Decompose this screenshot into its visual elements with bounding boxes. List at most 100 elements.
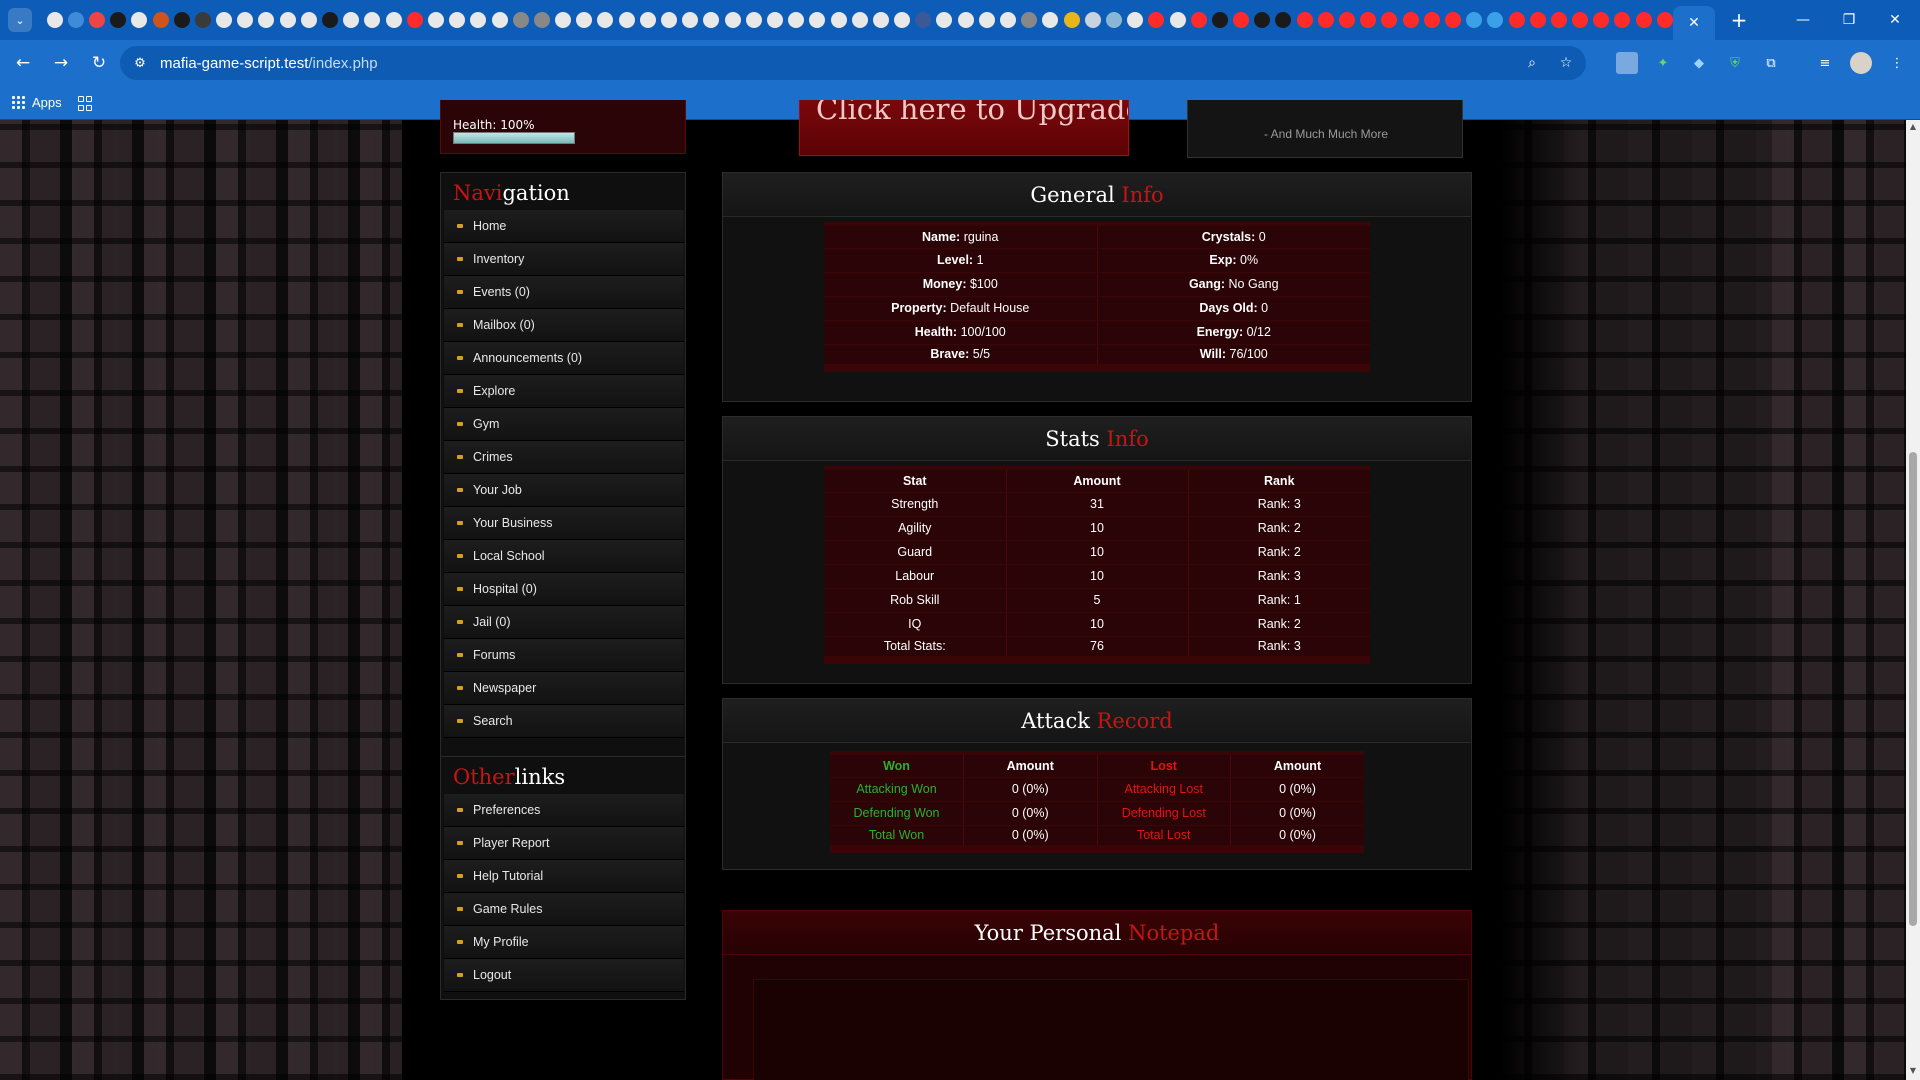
tab-favicon-icon[interactable] (1550, 12, 1567, 28)
tab-favicon-icon[interactable] (173, 12, 190, 28)
tab-favicon-icon[interactable] (1593, 12, 1610, 28)
tab-favicon-icon[interactable] (745, 12, 762, 28)
close-window-icon[interactable]: ✕ (1872, 0, 1918, 40)
tab-favicon-icon[interactable] (88, 12, 105, 28)
sidebar-item[interactable]: Events (0) (444, 276, 684, 309)
sidebar-item[interactable]: Preferences (444, 794, 684, 827)
close-tab-icon[interactable]: ✕ (1688, 15, 1700, 31)
tab-favicon-icon[interactable] (1444, 12, 1461, 28)
sidebar-item[interactable]: Gym (444, 408, 684, 441)
tab-favicon-icon[interactable] (788, 12, 805, 28)
tab-favicon-icon[interactable] (67, 12, 84, 28)
tab-favicon-icon[interactable] (1233, 12, 1250, 28)
tab-favicon-icon[interactable] (1614, 12, 1631, 28)
tab-favicon-icon[interactable] (766, 12, 783, 28)
tab-favicon-icon[interactable] (46, 12, 63, 28)
tab-favicon-icon[interactable] (1127, 12, 1144, 28)
tab-favicon-icon[interactable] (1508, 12, 1525, 28)
tab-favicon-icon[interactable] (237, 12, 254, 28)
sidebar-item[interactable]: My Profile (444, 926, 684, 959)
tab-favicon-icon[interactable] (639, 12, 656, 28)
tab-favicon-icon[interactable] (1402, 12, 1419, 28)
extension-icon[interactable]: ✦ (1652, 52, 1674, 74)
tab-favicon-icon[interactable] (1021, 12, 1038, 28)
reload-icon[interactable]: ↻ (82, 46, 116, 80)
forward-icon[interactable]: → (44, 46, 78, 80)
sidebar-item[interactable]: Jail (0) (444, 606, 684, 639)
tab-favicon-icon[interactable] (1275, 12, 1292, 28)
tab-favicon-icon[interactable] (194, 12, 211, 28)
tab-favicon-icon[interactable] (152, 12, 169, 28)
tab-favicon-icon[interactable] (1296, 12, 1313, 28)
tab-favicon-icon[interactable] (300, 12, 317, 28)
tab-favicon-icon[interactable] (915, 12, 932, 28)
tab-favicon-icon[interactable] (1105, 12, 1122, 28)
tab-favicon-icon[interactable] (1466, 12, 1483, 28)
tab-favicon-icon[interactable] (1211, 12, 1228, 28)
sidebar-item[interactable]: Hospital (0) (444, 573, 684, 606)
tab-favicon-icon[interactable] (449, 12, 466, 28)
tab-favicon-icon[interactable] (343, 12, 360, 28)
sidebar-item[interactable]: Local School (444, 540, 684, 573)
tab-favicon-icon[interactable] (110, 12, 127, 28)
tab-favicon-icon[interactable] (1000, 12, 1017, 28)
translate-extension-icon[interactable] (1616, 52, 1638, 74)
tab-favicon-icon[interactable] (216, 12, 233, 28)
address-bar[interactable]: ⚙ mafia-game-script.test/index.php ⌕ ☆ (120, 46, 1586, 80)
tab-favicon-icon[interactable] (1572, 12, 1589, 28)
sidebar-item[interactable]: Player Report (444, 827, 684, 860)
sidebar-item[interactable]: Inventory (444, 243, 684, 276)
back-icon[interactable]: ← (6, 46, 40, 80)
tab-favicon-icon[interactable] (1656, 12, 1673, 28)
tab-favicon-icon[interactable] (1254, 12, 1271, 28)
tab-favicon-icon[interactable] (809, 12, 826, 28)
tab-favicon-icon[interactable] (131, 12, 148, 28)
tab-favicon-icon[interactable] (1042, 12, 1059, 28)
sidebar-item[interactable]: Newspaper (444, 672, 684, 705)
shield-extension-icon[interactable]: ⛨ (1724, 52, 1746, 74)
tab-favicon-icon[interactable] (936, 12, 953, 28)
sidebar-item[interactable]: Your Job (444, 474, 684, 507)
tab-favicon-icon[interactable] (258, 12, 275, 28)
tab-favicon-icon[interactable] (1381, 12, 1398, 28)
upgrade-button[interactable]: Click here to Upgrade! (799, 100, 1129, 156)
notepad-textarea[interactable] (753, 979, 1469, 1080)
tab-favicon-icon[interactable] (470, 12, 487, 28)
sidebar-item[interactable]: Your Business (444, 507, 684, 540)
tab-favicon-icon[interactable] (851, 12, 868, 28)
tab-favicon-icon[interactable] (978, 12, 995, 28)
tab-favicon-icon[interactable] (279, 12, 296, 28)
bookmark-star-icon[interactable]: ☆ (1556, 53, 1576, 73)
tab-favicon-icon[interactable] (872, 12, 889, 28)
tab-favicon-icon[interactable] (1084, 12, 1101, 28)
zoom-icon[interactable]: ⌕ (1522, 53, 1542, 73)
active-tab[interactable]: ✕ (1673, 6, 1715, 40)
tab-favicon-icon[interactable] (322, 12, 339, 28)
tab-favicon-icon[interactable] (1423, 12, 1440, 28)
tab-favicon-icon[interactable] (894, 12, 911, 28)
tab-favicon-icon[interactable] (1360, 12, 1377, 28)
tab-favicon-icon[interactable] (1529, 12, 1546, 28)
tab-favicon-icon[interactable] (406, 12, 423, 28)
tab-favicon-icon[interactable] (427, 12, 444, 28)
tab-favicon-icon[interactable] (661, 12, 678, 28)
tab-favicon-icon[interactable] (512, 12, 529, 28)
tab-favicon-icon[interactable] (555, 12, 572, 28)
tab-favicon-icon[interactable] (618, 12, 635, 28)
tab-favicon-icon[interactable] (724, 12, 741, 28)
site-info-icon[interactable]: ⚙ (130, 53, 150, 73)
sidebar-item[interactable]: Crimes (444, 441, 684, 474)
tab-groups-icon[interactable] (77, 95, 92, 111)
scroll-up-icon[interactable]: ▲ (1908, 122, 1918, 132)
media-control-icon[interactable]: ≡ (1814, 52, 1836, 74)
page-scrollbar[interactable]: ▲ ▼ (1906, 120, 1920, 1080)
scroll-down-icon[interactable]: ▼ (1908, 1066, 1918, 1076)
tab-favicon-icon[interactable] (703, 12, 720, 28)
tab-favicon-icon[interactable] (682, 12, 699, 28)
tab-search-icon[interactable]: ⌄ (8, 8, 32, 32)
tab-favicon-icon[interactable] (1063, 12, 1080, 28)
minimize-icon[interactable]: — (1780, 0, 1826, 40)
sidebar-item[interactable]: Mailbox (0) (444, 309, 684, 342)
tab-favicon-icon[interactable] (1339, 12, 1356, 28)
tab-favicon-icon[interactable] (597, 12, 614, 28)
